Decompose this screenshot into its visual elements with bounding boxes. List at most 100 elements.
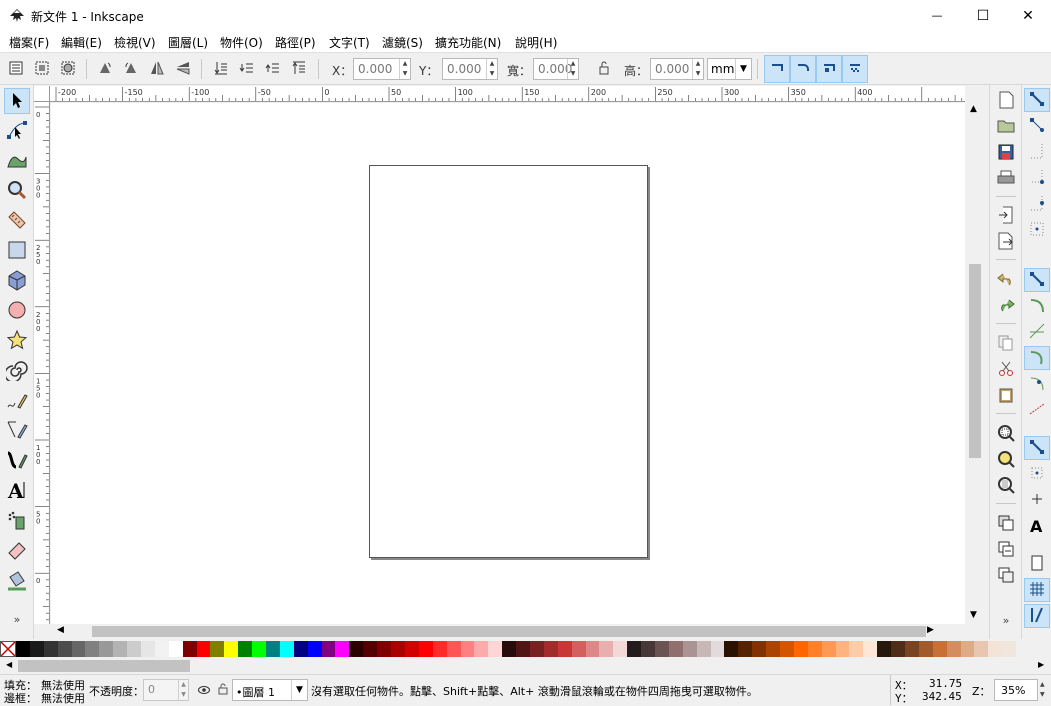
height-input[interactable]: 0.000 ▲ ▼	[650, 58, 704, 80]
scale-radii-button[interactable]	[790, 55, 816, 83]
import-button[interactable]	[994, 204, 1018, 228]
snap-page-border-button[interactable]	[1024, 552, 1050, 576]
color-swatch[interactable]	[932, 641, 947, 657]
color-swatch[interactable]	[710, 641, 725, 657]
menu-view[interactable]: 檢視(V)	[114, 34, 156, 51]
color-swatch[interactable]	[210, 641, 225, 657]
spin-arrows-icon[interactable]: ▲ ▼	[178, 680, 188, 700]
calligraphy-tool[interactable]	[4, 448, 30, 474]
color-swatch[interactable]	[779, 641, 794, 657]
color-swatch[interactable]	[613, 641, 628, 657]
color-swatch[interactable]	[946, 641, 961, 657]
color-swatch[interactable]	[793, 641, 808, 657]
snap-text-baseline-button[interactable]: A	[1024, 514, 1050, 538]
color-swatch[interactable]	[724, 641, 739, 657]
color-swatch[interactable]	[418, 641, 433, 657]
undo-button[interactable]	[994, 268, 1018, 292]
rotate-ccw-button[interactable]	[94, 58, 116, 80]
select-all-button[interactable]	[5, 58, 27, 80]
menu-file[interactable]: 檔案(F)	[9, 34, 49, 51]
snap-intersection-button[interactable]	[1024, 320, 1050, 344]
scale-stroke-button[interactable]	[764, 55, 790, 83]
opacity-input[interactable]: 0 ▲ ▼	[143, 679, 189, 701]
color-swatch[interactable]	[363, 641, 378, 657]
snap-bbox-edge-button[interactable]	[1024, 140, 1050, 164]
node-tool[interactable]	[4, 118, 30, 144]
palette-scroll-thumb[interactable]	[18, 660, 190, 672]
color-swatch[interactable]	[668, 641, 683, 657]
color-swatch[interactable]	[113, 641, 128, 657]
menu-extensions[interactable]: 擴充功能(N)	[435, 34, 501, 51]
copy-button[interactable]	[994, 332, 1018, 356]
close-button[interactable]: ✕	[1005, 0, 1051, 31]
horizontal-scrollbar[interactable]: ◀ ▶	[50, 624, 965, 639]
snap-bbox-corner-button[interactable]	[1024, 166, 1050, 190]
color-swatch[interactable]	[460, 641, 475, 657]
color-swatch[interactable]	[682, 641, 697, 657]
snap-bbox-button[interactable]	[1024, 114, 1050, 138]
palette-scrollbar[interactable]: ◀ ▶	[0, 658, 1051, 674]
color-swatch[interactable]	[918, 641, 933, 657]
lock-icon[interactable]	[218, 683, 228, 698]
rotate-cw-button[interactable]	[120, 58, 142, 80]
rect-tool[interactable]	[4, 238, 30, 264]
snap-bbox-midpoint-button[interactable]	[1024, 192, 1050, 216]
tweak-tool[interactable]	[4, 148, 30, 174]
color-swatch[interactable]	[432, 641, 447, 657]
paste-button[interactable]	[994, 384, 1018, 408]
color-swatch[interactable]	[627, 641, 642, 657]
star-tool[interactable]	[4, 328, 30, 354]
color-swatch[interactable]	[821, 641, 836, 657]
snap-paths-button[interactable]	[1024, 294, 1050, 318]
menu-object[interactable]: 物件(O)	[220, 34, 263, 51]
color-swatch[interactable]	[641, 641, 655, 657]
lock-ratio-button[interactable]	[593, 58, 615, 80]
color-swatch[interactable]	[863, 641, 878, 657]
color-swatch[interactable]	[99, 641, 114, 657]
color-swatch[interactable]	[599, 641, 614, 657]
raise-to-top-button[interactable]	[288, 58, 310, 80]
color-swatch[interactable]	[307, 641, 322, 657]
toolbox-more-button[interactable]: »	[4, 611, 30, 627]
zoom-drawing-button[interactable]	[994, 448, 1018, 472]
chevron-left-icon[interactable]: ◀	[57, 625, 64, 635]
color-swatch[interactable]	[16, 641, 30, 657]
layer-select[interactable]: •圖層 1 ▼	[232, 679, 308, 701]
snap-rotation-center-button[interactable]	[1024, 488, 1050, 512]
menu-layer[interactable]: 圖層(L)	[168, 34, 208, 51]
color-swatch[interactable]	[488, 641, 503, 657]
3d-box-tool[interactable]	[4, 268, 30, 294]
pencil-tool[interactable]	[4, 388, 30, 414]
spiral-tool[interactable]	[4, 358, 30, 384]
selector-tool[interactable]	[4, 88, 30, 114]
snap-bbox-center-button[interactable]	[1024, 218, 1050, 242]
zoom-page-button[interactable]	[994, 474, 1018, 498]
y-input[interactable]: 0.000 ▲ ▼	[442, 58, 498, 80]
color-swatch[interactable]	[279, 641, 294, 657]
menu-edit[interactable]: 編輯(E)	[61, 34, 102, 51]
color-swatch[interactable]	[391, 641, 405, 657]
snap-midpoints-button[interactable]	[1024, 398, 1050, 422]
duplicate-button[interactable]	[994, 512, 1018, 536]
vertical-scroll-thumb[interactable]	[969, 264, 981, 458]
color-swatch[interactable]	[196, 641, 211, 657]
color-swatch[interactable]	[502, 641, 517, 657]
zoom-selection-button[interactable]	[994, 422, 1018, 446]
text-tool[interactable]: A	[4, 478, 30, 504]
print-button[interactable]	[994, 167, 1018, 191]
color-swatch[interactable]	[168, 641, 183, 657]
ellipse-tool[interactable]	[4, 298, 30, 324]
color-swatch[interactable]	[529, 641, 544, 657]
color-swatch[interactable]	[154, 641, 169, 657]
spin-arrows-icon[interactable]: ▲ ▼	[567, 59, 578, 79]
color-swatch[interactable]	[585, 641, 600, 657]
color-swatch[interactable]	[335, 641, 350, 657]
snap-others-button[interactable]	[1024, 436, 1050, 460]
color-swatch[interactable]	[752, 641, 767, 657]
color-swatch[interactable]	[766, 641, 780, 657]
horizontal-ruler[interactable]: -200 -150 -100 -50 0 50 100 150 200 250 300 350 400	[50, 86, 965, 102]
spin-arrows-icon[interactable]: ▲ ▼	[1040, 680, 1045, 700]
move-patterns-button[interactable]	[842, 55, 868, 83]
color-swatch[interactable]	[516, 641, 530, 657]
invert-selection-button[interactable]	[57, 58, 79, 80]
